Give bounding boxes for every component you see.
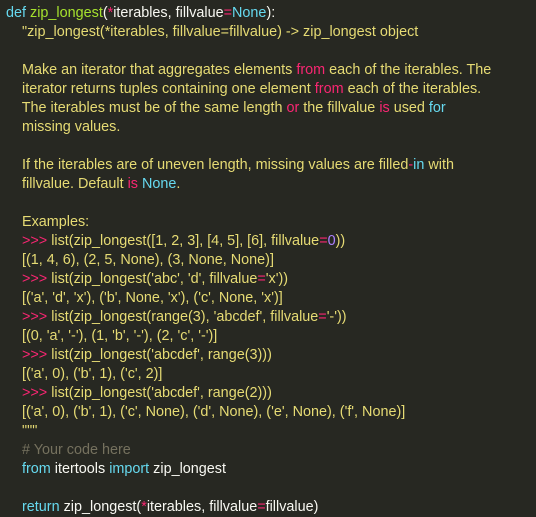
code-token: from bbox=[22, 461, 51, 477]
code-token: = bbox=[319, 233, 328, 249]
code-token: list(zip_longest([1, 2, 3], [4, 5], [6],… bbox=[47, 233, 320, 249]
code-line: return zip_longest(*iterables, fillvalue… bbox=[6, 498, 536, 517]
code-token: from bbox=[296, 62, 326, 78]
code-token: >>> bbox=[22, 271, 48, 287]
code-token: list(zip_longest(range(3), 'abcdef', fil… bbox=[47, 309, 319, 325]
code-token: """ bbox=[6, 423, 38, 439]
code-token: >>> bbox=[22, 385, 48, 401]
code-token: >>> bbox=[22, 233, 48, 249]
code-token: If the iterables are of uneven length, m… bbox=[6, 157, 409, 173]
code-line: >>> list(zip_longest('abc', 'd', fillval… bbox=[6, 270, 536, 289]
code-token: the fillvalue bbox=[299, 100, 380, 116]
code-line: [(0, 'a', '-'), (1, 'b', '-'), (2, 'c', … bbox=[6, 327, 536, 346]
code-token: )) bbox=[335, 233, 346, 249]
code-token: 'x')) bbox=[265, 271, 289, 287]
code-line: Make an iterator that aggregates element… bbox=[6, 61, 536, 80]
code-line: iterator returns tuples containing one e… bbox=[6, 80, 536, 99]
code-line: [('a', 0), ('b', 1), ('c', 2)] bbox=[6, 365, 536, 384]
code-token: import bbox=[109, 461, 150, 477]
code-token: iterator returns tuples containing one e… bbox=[6, 81, 315, 97]
code-token: list(zip_longest('abcdef', range(3))) bbox=[47, 347, 272, 363]
code-line: If the iterables are of uneven length, m… bbox=[6, 156, 536, 175]
code-token: each of the iterables. The bbox=[325, 62, 492, 78]
code-line: """ bbox=[6, 422, 536, 441]
code-token: = bbox=[257, 499, 266, 515]
code-token: None bbox=[232, 5, 267, 21]
code-token: = bbox=[223, 5, 233, 21]
code-token: for bbox=[428, 100, 446, 116]
code-token: iterables, fillvalue bbox=[113, 5, 224, 21]
code-line: Examples: bbox=[6, 213, 536, 232]
code-token: def bbox=[6, 5, 27, 21]
code-token: 0 bbox=[327, 233, 336, 249]
code-line: [('a', 'd', 'x'), ('b', None, 'x'), ('c'… bbox=[6, 289, 536, 308]
code-token: None bbox=[141, 176, 177, 192]
code-token: [(1, 4, 6), (2, 5, None), (3, None, None… bbox=[6, 252, 274, 268]
code-token: list(zip_longest('abcdef', range(2))) bbox=[47, 385, 272, 401]
code-token: is bbox=[127, 176, 138, 192]
code-token: iterables, fillvalue bbox=[146, 499, 258, 515]
code-token: >>> bbox=[22, 347, 48, 363]
code-token: >>> bbox=[22, 309, 48, 325]
code-token: or bbox=[286, 100, 300, 116]
code-token: Examples: bbox=[6, 214, 90, 230]
code-line: "zip_longest(*iterables, fillvalue=fillv… bbox=[6, 23, 536, 42]
code-token: fillvalue) bbox=[265, 499, 319, 515]
code-token: fillvalue. Default bbox=[6, 176, 128, 192]
code-token: zip_longest bbox=[30, 5, 103, 21]
code-line: [(1, 4, 6), (2, 5, None), (3, None, None… bbox=[6, 251, 536, 270]
code-token: return bbox=[22, 499, 60, 515]
code-editor[interactable]: def zip_longest(*iterables, fillvalue=No… bbox=[0, 0, 536, 515]
code-token: from bbox=[314, 81, 344, 97]
code-line: >>> list(zip_longest([1, 2, 3], [4, 5], … bbox=[6, 232, 536, 251]
code-token: in bbox=[413, 157, 425, 173]
code-token: [('a', 0), ('b', 1), ('c', 2)] bbox=[6, 366, 163, 382]
code-line: The iterables must be of the same length… bbox=[6, 99, 536, 118]
code-token: ): bbox=[266, 5, 276, 21]
code-token: each of the iterables. bbox=[343, 81, 482, 97]
code-token: zip_longest bbox=[149, 461, 226, 477]
code-line: # Your code here bbox=[6, 441, 536, 460]
code-token: '-')) bbox=[326, 309, 347, 325]
code-line: >>> list(zip_longest(range(3), 'abcdef',… bbox=[6, 308, 536, 327]
code-line: from itertools import zip_longest bbox=[6, 460, 536, 479]
code-token: missing values. bbox=[6, 119, 121, 135]
code-line: fillvalue. Default is None. bbox=[6, 175, 536, 194]
code-token: The iterables must be of the same length bbox=[6, 100, 287, 116]
code-token: [(0, 'a', '-'), (1, 'b', '-'), (2, 'c', … bbox=[6, 328, 218, 344]
code-line: def zip_longest(*iterables, fillvalue=No… bbox=[6, 4, 536, 23]
code-line: >>> list(zip_longest('abcdef', range(3))… bbox=[6, 346, 536, 365]
code-token: = bbox=[257, 271, 266, 287]
code-token: zip_longest( bbox=[59, 499, 142, 515]
code-line: >>> list(zip_longest('abcdef', range(2))… bbox=[6, 384, 536, 403]
code-token: [('a', 0), ('b', 1), ('c', None), ('d', … bbox=[6, 404, 406, 420]
code-token: . bbox=[176, 176, 181, 192]
code-line: [('a', 0), ('b', 1), ('c', None), ('d', … bbox=[6, 403, 536, 422]
code-line: missing values. bbox=[6, 118, 536, 137]
code-token: # Your code here bbox=[6, 442, 131, 458]
code-token: [('a', 'd', 'x'), ('b', None, 'x'), ('c'… bbox=[6, 290, 283, 306]
code-token: = bbox=[318, 309, 327, 325]
code-token: used bbox=[389, 100, 429, 116]
code-token: Make an iterator that aggregates element… bbox=[6, 62, 297, 78]
code-token: is bbox=[379, 100, 390, 116]
code-token: "zip_longest(*iterables, fillvalue=fillv… bbox=[6, 24, 419, 40]
code-token: list(zip_longest('abc', 'd', fillvalue bbox=[47, 271, 258, 287]
code-token: with bbox=[424, 157, 454, 173]
code-token: itertools bbox=[50, 461, 110, 477]
